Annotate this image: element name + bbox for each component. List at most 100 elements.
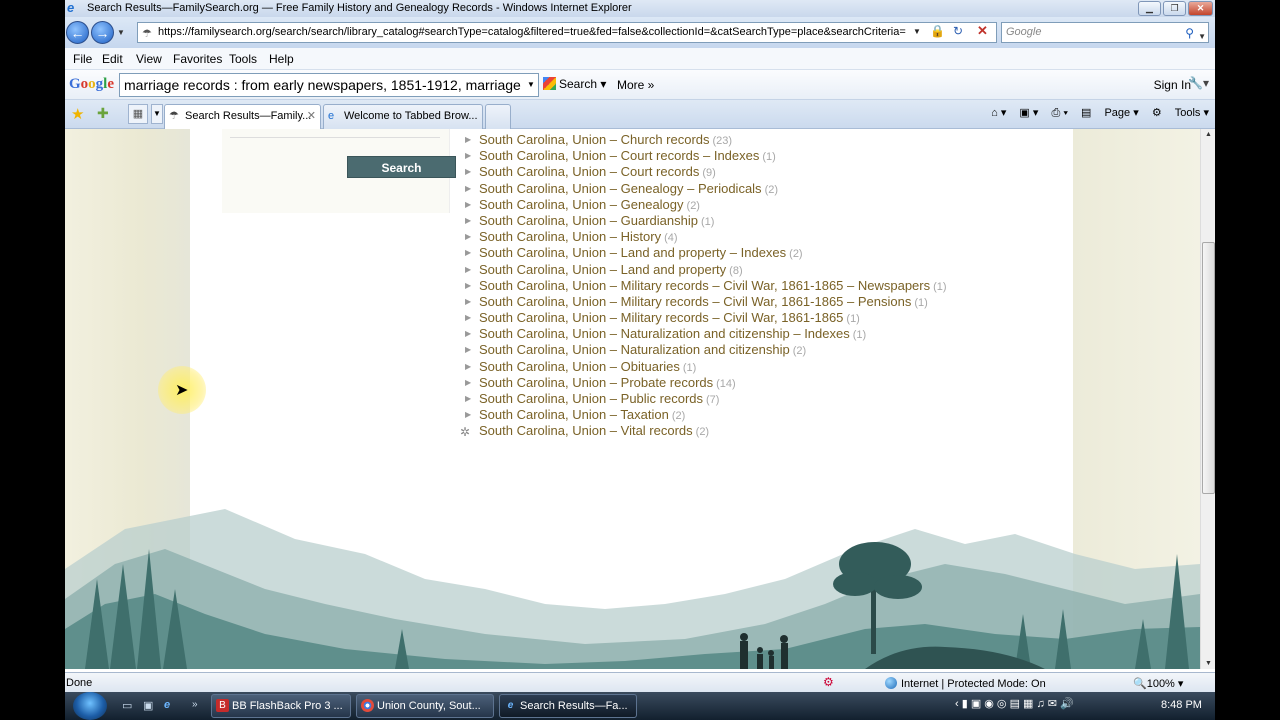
start-button[interactable] — [73, 692, 107, 720]
menu-tools[interactable]: Tools — [229, 52, 257, 66]
result-link[interactable]: South Carolina, Union – Land and propert… — [479, 245, 786, 260]
expand-arrow-icon[interactable]: ▶ — [465, 213, 471, 229]
result-link[interactable]: South Carolina, Union – Genealogy — [479, 197, 684, 212]
close-button[interactable]: ✕ — [1188, 1, 1213, 16]
menu-help[interactable]: Help — [269, 52, 294, 66]
feeds-icon[interactable]: ▣ ▾ — [1019, 107, 1038, 119]
maximize-button[interactable]: ❐ — [1163, 1, 1186, 16]
lock-icon[interactable]: 🔒 — [930, 24, 945, 38]
result-link[interactable]: South Carolina, Union – Military records… — [479, 294, 911, 309]
result-item[interactable]: ▶ South Carolina, Union – History (4) — [465, 229, 947, 245]
print-icon[interactable]: ⎙ ▾ — [1051, 107, 1067, 119]
expand-arrow-icon[interactable]: ▶ — [465, 262, 471, 278]
result-link[interactable]: South Carolina, Union – History — [479, 229, 661, 244]
vertical-scrollbar[interactable]: ▲ ▼ — [1200, 129, 1215, 669]
result-link[interactable]: South Carolina, Union – Military records… — [479, 310, 843, 325]
scroll-thumb[interactable] — [1202, 242, 1215, 494]
menu-file[interactable]: File — [73, 52, 92, 66]
google-more-button[interactable]: More » — [617, 78, 654, 92]
tab-close-icon[interactable]: ✕ — [307, 105, 316, 127]
ie-quicklaunch-icon[interactable]: e — [164, 699, 178, 713]
result-link[interactable]: South Carolina, Union – Military records… — [479, 278, 930, 293]
scroll-up-arrow-icon[interactable]: ▲ — [1201, 131, 1215, 138]
result-item[interactable]: ▶ South Carolina, Union – Military record… — [465, 278, 947, 294]
task-chrome[interactable]: Union County, Sout... — [356, 694, 494, 718]
google-sign-in-link[interactable]: Sign In — [1154, 78, 1191, 92]
address-input[interactable]: ☂ https://familysearch.org/search/search… — [137, 22, 997, 43]
minimize-button[interactable]: ▁ — [1138, 1, 1161, 16]
page-menu[interactable]: ▤ Page ▾ — [1081, 107, 1139, 119]
result-link[interactable]: South Carolina, Union – Taxation — [479, 407, 669, 422]
expand-arrow-icon[interactable]: ▶ — [465, 391, 471, 407]
result-link[interactable]: South Carolina, Union – Naturalization a… — [479, 326, 850, 341]
result-link[interactable]: South Carolina, Union – Land and propert… — [479, 262, 726, 277]
history-dropdown-icon[interactable]: ▼ — [117, 28, 125, 37]
expand-arrow-icon[interactable]: ▶ — [465, 407, 471, 423]
favorites-star-icon[interactable]: ★ — [71, 105, 84, 123]
expand-arrow-icon[interactable]: ▶ — [465, 229, 471, 245]
result-link[interactable]: South Carolina, Union – Genealogy – Peri… — [479, 181, 762, 196]
result-item[interactable]: ▶ South Carolina, Union – Naturalization … — [465, 326, 947, 342]
task-flashback[interactable]: B BB FlashBack Pro 3 ... — [211, 694, 351, 718]
google-search-button[interactable]: Search ▾ — [543, 77, 606, 91]
browser-search-input[interactable]: Google ⚲ ▼ — [1001, 22, 1209, 43]
result-item[interactable]: ▶ South Carolina, Union – Military record… — [465, 310, 947, 326]
scroll-down-arrow-icon[interactable]: ▼ — [1201, 660, 1215, 667]
expand-arrow-icon[interactable]: ▶ — [465, 326, 471, 342]
expand-arrow-icon[interactable]: ▶ — [465, 197, 471, 213]
expand-arrow-icon[interactable]: ▶ — [465, 310, 471, 326]
expand-arrow-icon[interactable]: ▶ — [465, 359, 471, 375]
security-report-icon[interactable]: ⚙ — [823, 675, 834, 689]
menu-favorites[interactable]: Favorites — [173, 52, 222, 66]
expand-arrow-icon[interactable]: ▶ — [465, 294, 471, 310]
expand-arrow-icon[interactable]: ▶ — [465, 375, 471, 391]
menu-edit[interactable]: Edit — [102, 52, 123, 66]
result-item[interactable]: ▶ South Carolina, Union – Court records –… — [465, 148, 947, 164]
result-item[interactable]: ▶ South Carolina, Union – Church records(… — [465, 132, 947, 148]
tools-menu[interactable]: ⚙ Tools ▾ — [1152, 107, 1209, 119]
result-item[interactable]: ▶ South Carolina, Union – Naturalization … — [465, 342, 947, 358]
google-search-input[interactable]: marriage records : from early newspapers… — [119, 73, 539, 97]
show-desktop-icon[interactable]: ▭ — [122, 699, 136, 713]
result-link[interactable]: South Carolina, Union – Guardianship — [479, 213, 698, 228]
result-link[interactable]: South Carolina, Union – Court records – … — [479, 148, 759, 163]
system-tray[interactable]: ‹ ▮ ▣ ◉ ◎ ▤ ▦ ♫ ✉ 🔊 — [955, 697, 1074, 710]
expand-arrow-icon[interactable]: ▶ — [465, 278, 471, 294]
query-dropdown-icon[interactable]: ▼ — [527, 80, 535, 89]
tab-welcome[interactable]: e Welcome to Tabbed Brow... — [323, 104, 483, 129]
result-item[interactable]: ▶ South Carolina, Union – Taxation (2) — [465, 407, 947, 423]
result-item[interactable]: ▶ South Carolina, Union – Genealogy – Per… — [465, 181, 947, 197]
expand-arrow-icon[interactable]: ▶ — [465, 164, 471, 180]
result-link[interactable]: South Carolina, Union – Naturalization a… — [479, 342, 790, 357]
new-tab-button[interactable] — [485, 104, 511, 129]
result-item[interactable]: ▶ South Carolina, Union – Genealogy (2) — [465, 197, 947, 213]
expand-arrow-icon[interactable]: ▶ — [465, 148, 471, 164]
task-internet-explorer[interactable]: e Search Results—Fa... — [499, 694, 637, 718]
result-link[interactable]: South Carolina, Union – Obituaries — [479, 359, 680, 374]
refresh-button[interactable]: ↻ — [953, 24, 963, 38]
stop-button[interactable]: ✕ — [977, 23, 988, 39]
result-item[interactable]: ▶ South Carolina, Union – Public records(… — [465, 391, 947, 407]
result-item[interactable]: ▶ South Carolina, Union – Obituaries (1) — [465, 359, 947, 375]
search-button[interactable]: Search — [347, 156, 456, 178]
loading-spinner-icon[interactable]: ✲ — [460, 424, 470, 440]
expand-arrow-icon[interactable]: ▶ — [465, 181, 471, 197]
result-link[interactable]: South Carolina, Union – Probate records — [479, 375, 713, 390]
zoom-control[interactable]: 🔍100% ▾ — [1133, 677, 1183, 690]
add-favorite-icon[interactable]: ✚ — [97, 105, 109, 122]
result-link[interactable]: South Carolina, Union – Church records — [479, 132, 710, 147]
search-icon[interactable]: ⚲ — [1185, 24, 1194, 43]
result-item[interactable]: ▶ South Carolina, Union – Probate records… — [465, 375, 947, 391]
home-icon[interactable]: ⌂ ▾ — [991, 107, 1006, 119]
result-link[interactable]: South Carolina, Union – Vital records — [479, 423, 693, 438]
result-link[interactable]: South Carolina, Union – Court records — [479, 164, 699, 179]
menu-view[interactable]: View — [136, 52, 162, 66]
address-dropdown-icon[interactable]: ▼ — [913, 27, 921, 36]
security-zone[interactable]: Internet | Protected Mode: On — [885, 677, 1046, 690]
forward-button[interactable]: → — [91, 21, 114, 44]
result-item[interactable]: ▶ South Carolina, Union – Guardianship (1) — [465, 213, 947, 229]
switch-windows-icon[interactable]: ▣ — [143, 699, 157, 713]
expand-arrow-icon[interactable]: ▶ — [465, 342, 471, 358]
result-item[interactable]: ▶ South Carolina, Union – Court records (9… — [465, 164, 947, 180]
result-item[interactable]: ▶ South Carolina, Union – Land and proper… — [465, 245, 947, 261]
